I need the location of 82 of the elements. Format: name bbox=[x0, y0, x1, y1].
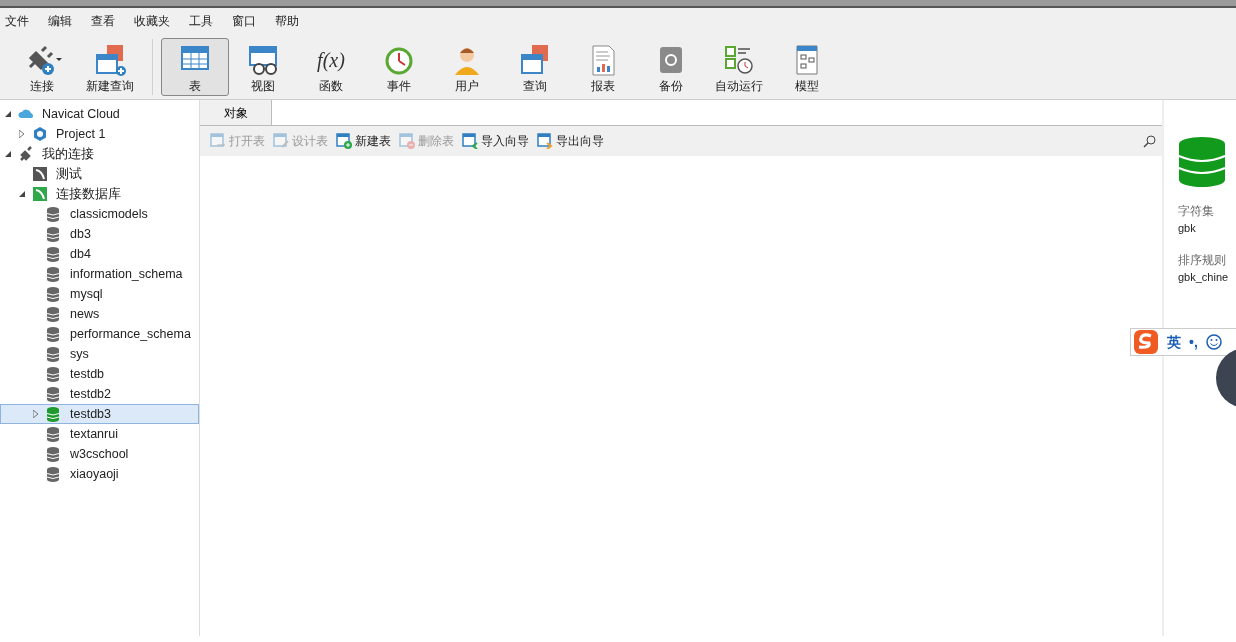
tree-item[interactable]: Project 1 bbox=[0, 124, 199, 144]
table-icon bbox=[462, 133, 478, 149]
tree-item[interactable]: information_schema bbox=[0, 264, 199, 284]
tree-item[interactable]: sys bbox=[0, 344, 199, 364]
toolbar-button[interactable]: 自动运行 bbox=[705, 37, 773, 96]
expanded-caret-icon bbox=[5, 150, 11, 157]
menu-item[interactable]: 编辑 bbox=[43, 8, 86, 34]
function-icon: f(x) bbox=[317, 42, 345, 77]
menu-item[interactable]: 收藏夹 bbox=[129, 8, 184, 34]
tab[interactable]: 对象 bbox=[200, 100, 272, 125]
dolphin-icon bbox=[32, 186, 48, 202]
toolbar-action-button[interactable]: 导入向导 bbox=[458, 132, 533, 150]
tree-item[interactable]: 我的连接 bbox=[0, 144, 199, 164]
field-value: gbk_chine bbox=[1178, 269, 1230, 285]
plug-icon bbox=[18, 146, 34, 162]
database-icon bbox=[46, 446, 62, 462]
menu-item[interactable]: 帮助 bbox=[270, 8, 313, 34]
toolbar-button[interactable]: 连接 bbox=[8, 37, 76, 96]
tree-item[interactable]: Navicat Cloud bbox=[0, 104, 199, 124]
new-query-icon bbox=[93, 42, 127, 77]
database-icon bbox=[46, 326, 62, 342]
database-icon bbox=[46, 206, 62, 222]
table-icon bbox=[210, 133, 226, 149]
toolbar-button[interactable]: 表 bbox=[161, 37, 229, 96]
ime-punctuation-text: •, bbox=[1189, 332, 1198, 352]
menu-item[interactable]: 查看 bbox=[86, 8, 129, 34]
ime-mode-text: 英 bbox=[1167, 332, 1181, 352]
tree-item[interactable]: testdb3 bbox=[0, 404, 199, 424]
database-icon bbox=[46, 306, 62, 322]
database-icon bbox=[46, 386, 62, 402]
field-label: 字符集 bbox=[1178, 203, 1215, 220]
tree-item[interactable]: 连接数据库 bbox=[0, 184, 199, 204]
database-icon bbox=[46, 226, 62, 242]
toolbar-action-button[interactable]: 新建表 bbox=[332, 132, 395, 150]
menu-item[interactable]: 文件 bbox=[0, 8, 43, 34]
toolbar-button[interactable]: 报表 bbox=[569, 37, 637, 96]
toolbar-button[interactable]: f(x) 函数 bbox=[297, 37, 365, 96]
database-icon bbox=[46, 346, 62, 362]
toolbar-button[interactable]: 视图 bbox=[229, 37, 297, 96]
toolbar-action-button[interactable]: 导出向导 bbox=[533, 132, 608, 150]
toolbar-button[interactable]: 备份 bbox=[637, 37, 705, 96]
tree-item[interactable]: db3 bbox=[0, 224, 199, 244]
field-value: gbk bbox=[1178, 221, 1197, 236]
table-icon bbox=[537, 133, 553, 149]
tree-item[interactable]: 测试 bbox=[0, 164, 199, 184]
dolphin-icon bbox=[32, 166, 48, 182]
collapsed-caret-icon bbox=[33, 409, 39, 418]
smiley-icon bbox=[1205, 334, 1222, 350]
hexagon-icon bbox=[32, 126, 48, 142]
tree-item[interactable]: testdb bbox=[0, 364, 199, 384]
toolbar-button[interactable]: 用户 bbox=[433, 37, 501, 96]
toolbar-button[interactable]: 模型 bbox=[773, 37, 841, 96]
tree-item[interactable]: mysql bbox=[0, 284, 199, 304]
tree-item[interactable]: testdb2 bbox=[0, 384, 199, 404]
table-icon bbox=[399, 133, 415, 149]
database-icon bbox=[46, 286, 62, 302]
toolbar-button[interactable]: 新建查询 bbox=[76, 37, 144, 96]
tree-item[interactable]: news bbox=[0, 304, 199, 324]
tree-item[interactable]: classicmodels bbox=[0, 204, 199, 224]
toolbar-button[interactable]: 事件 bbox=[365, 37, 433, 96]
field-label: 排序规则 bbox=[1178, 251, 1227, 269]
menu-item[interactable]: 工具 bbox=[184, 8, 227, 34]
tree-item[interactable]: db4 bbox=[0, 244, 199, 264]
database-icon bbox=[46, 246, 62, 262]
table-icon bbox=[273, 133, 289, 149]
tree-item[interactable]: xiaoyaoji bbox=[0, 464, 199, 484]
database-icon bbox=[46, 366, 62, 382]
toolbar-button[interactable]: 查询 bbox=[501, 37, 569, 96]
database-icon bbox=[46, 466, 62, 482]
database-icon bbox=[46, 406, 62, 422]
database-icon bbox=[1178, 136, 1226, 188]
expanded-caret-icon bbox=[19, 190, 25, 197]
tree-item[interactable]: textanrui bbox=[0, 424, 199, 444]
database-icon bbox=[46, 426, 62, 442]
search-icon bbox=[1143, 134, 1156, 148]
tree-item[interactable]: performance_schema bbox=[0, 324, 199, 344]
expanded-caret-icon bbox=[5, 110, 11, 117]
tree-item[interactable]: w3cschool bbox=[0, 444, 199, 464]
menu-item[interactable]: 窗口 bbox=[227, 8, 270, 34]
collapsed-caret-icon bbox=[19, 129, 25, 138]
database-icon bbox=[46, 266, 62, 282]
table-icon bbox=[336, 133, 352, 149]
